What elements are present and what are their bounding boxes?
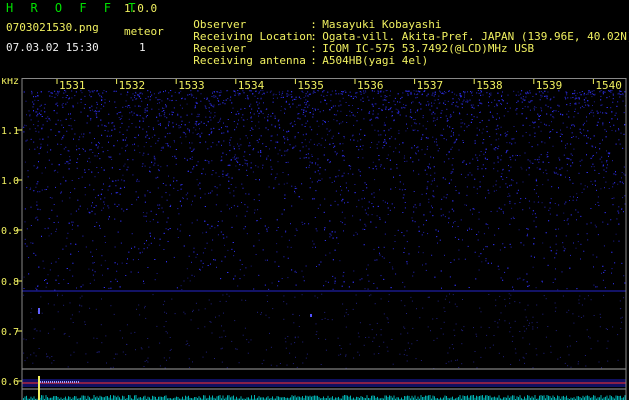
x-tick-label: 1539 [536, 79, 563, 92]
y-tick-label: 1.1 [1, 126, 19, 137]
x-tick-label: 1535 [297, 79, 324, 92]
y-axis: kHz 1.1 1.0 0.9 0.8 0.7 0.6 [1, 78, 22, 388]
x-tick-label: 1533 [178, 79, 205, 92]
meteor-label: meteor [124, 25, 164, 38]
y-tick-label: 0.8 [1, 277, 19, 288]
meta-value: A504HB(yagi 4el) [322, 54, 429, 67]
y-tick-label: 1.0 [1, 176, 19, 187]
x-tick-label: 1531 [59, 79, 86, 92]
app-version: 1.0.0 [124, 2, 158, 15]
y-axis-labels: kHz 1.1 1.0 0.9 0.8 0.7 0.6 [1, 78, 22, 388]
meteor-echo-mark [38, 308, 40, 314]
y-tick-label: 0.9 [1, 226, 19, 237]
y-axis-unit: kHz [1, 78, 19, 87]
y-tick-label: 0.6 [1, 377, 19, 388]
meteor-echo-mark-2 [310, 314, 312, 317]
file-name: 0703021530.png [6, 21, 99, 34]
x-tick-label: 1538 [476, 79, 503, 92]
x-tick-label: 1537 [417, 79, 444, 92]
x-tick-label: 1536 [357, 79, 384, 92]
x-tick-label: 1540 [595, 79, 622, 92]
x-tick-label: 1534 [238, 79, 265, 92]
timestamp: 07.03.02 15:30 [6, 41, 99, 54]
meta-row-antenna: Receiving antenna: A504HB(yagi 4el) [193, 54, 429, 67]
spectrogram-panel: 1531 1532 1533 1534 1535 1536 1537 1538 1539 1540 [0, 78, 629, 400]
meteor-count: 1 [139, 41, 146, 54]
meta-key: Receiving antenna [193, 54, 306, 67]
x-tick-label: 1532 [119, 79, 146, 92]
app-title: H R O F F T [6, 1, 141, 15]
y-tick-label: 0.7 [1, 327, 19, 338]
spectrogram-background [0, 78, 629, 400]
